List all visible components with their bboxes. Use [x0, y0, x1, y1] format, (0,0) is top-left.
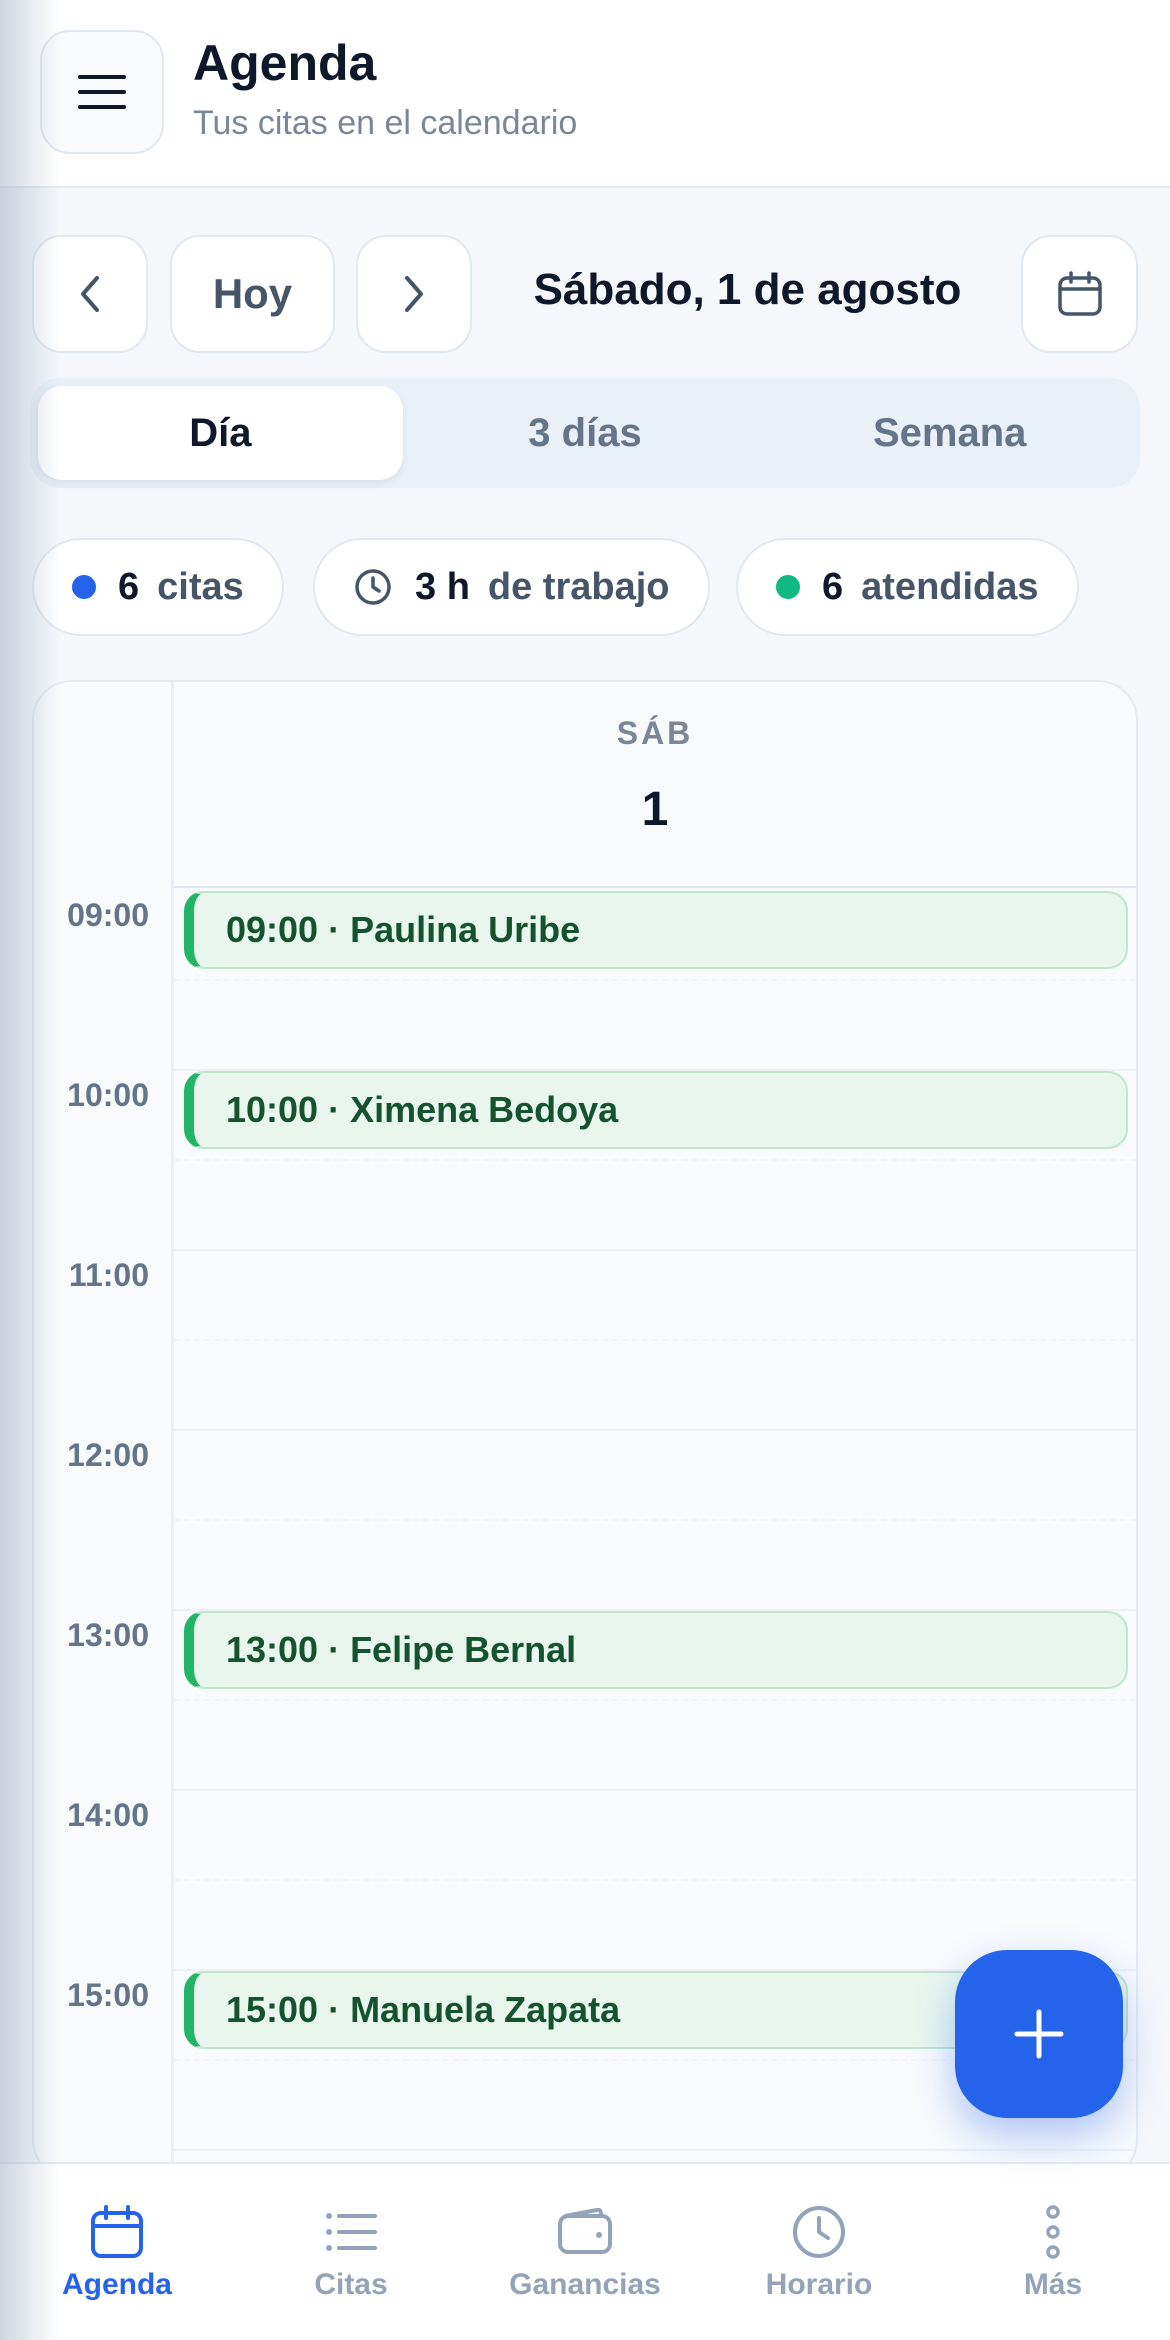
calendar-icon: [1057, 271, 1102, 316]
list-icon: [326, 2213, 377, 2251]
hour-gridline: [174, 1249, 1136, 1251]
next-day-button[interactable]: [356, 235, 472, 353]
half-hour-gridline: [174, 1159, 1136, 1161]
nav-horario[interactable]: Horario: [702, 2164, 936, 2340]
app-header: Agenda Tus citas en el calendario: [0, 0, 1170, 188]
nav-agenda-label: Agenda: [61, 2268, 172, 2301]
menu-button[interactable]: [40, 30, 164, 154]
day-number: 1: [641, 783, 669, 836]
chevron-right-icon: [405, 276, 423, 312]
hamburger-icon: [78, 75, 126, 109]
nav-horario-label: Horario: [765, 2268, 873, 2301]
calendar-icon: [91, 2205, 143, 2258]
half-hour-gridline: [174, 979, 1136, 981]
chevron-left-icon: [81, 276, 99, 312]
appointment-event[interactable]: 13:00 · Felipe Bernal: [184, 1611, 1128, 1689]
hour-label: 15:00: [67, 1977, 149, 2013]
wallet-icon: [558, 2207, 612, 2254]
hour-gridline: [174, 2149, 1136, 2151]
hour-gridline: [174, 1429, 1136, 1431]
today-button[interactable]: Hoy: [170, 235, 335, 353]
hour-label: 11:00: [68, 1257, 149, 1293]
hour-label: 09:00: [67, 897, 149, 933]
bottom-navigation: Agenda Citas Ganancias Horario Más: [0, 2162, 1170, 2340]
half-hour-gridline: [174, 1879, 1136, 1881]
tab-three-days[interactable]: 3 días: [403, 386, 768, 480]
more-vertical-icon: [1046, 2205, 1060, 2259]
appointments-count-chip: 6 citas: [32, 538, 284, 636]
work-time-label: de trabajo: [487, 565, 670, 608]
half-hour-gridline: [174, 1699, 1136, 1701]
nav-agenda[interactable]: Agenda: [0, 2164, 234, 2340]
tab-week[interactable]: Semana: [767, 386, 1132, 480]
appointments-label: citas: [157, 565, 244, 608]
hour-label: 10:00: [67, 1077, 149, 1113]
appointments-count: 6: [118, 565, 140, 608]
half-hour-gridline: [174, 1339, 1136, 1341]
work-time-value: 3 h: [415, 565, 470, 608]
current-date-label: Sábado, 1 de agosto: [533, 265, 962, 314]
day-header: SÁB 1: [174, 682, 1136, 888]
half-hour-gridline: [174, 1519, 1136, 1521]
nav-mas-label: Más: [1023, 2268, 1083, 2301]
attended-label: atendidas: [861, 565, 1039, 608]
previous-day-button[interactable]: [32, 235, 148, 353]
view-segmented-control: Día 3 días Semana: [30, 378, 1140, 488]
hour-label: 13:00: [67, 1617, 149, 1653]
appointment-event[interactable]: 09:00 · Paulina Uribe: [184, 891, 1128, 969]
plus-icon: [1014, 2009, 1064, 2059]
hour-gridline: [174, 1789, 1136, 1791]
date-picker-button[interactable]: [1021, 235, 1138, 353]
hour-label: 12:00: [67, 1437, 149, 1473]
day-calendar-grid: SÁB 1 09:00 10:00 11:00 12:00 13:00 14:00 15:0…: [32, 680, 1138, 2180]
clock-icon: [355, 569, 391, 605]
nav-ganancias-label: Ganancias: [509, 2268, 661, 2301]
nav-citas[interactable]: Citas: [234, 2164, 468, 2340]
green-dot-icon: [776, 575, 800, 599]
clock-icon: [793, 2206, 845, 2258]
add-appointment-button[interactable]: [955, 1950, 1123, 2118]
appointment-event[interactable]: 10:00 · Ximena Bedoya: [184, 1071, 1128, 1149]
day-name: SÁB: [616, 715, 694, 751]
nav-citas-label: Citas: [314, 2268, 388, 2301]
hour-label: 14:00: [67, 1797, 149, 1833]
nav-ganancias[interactable]: Ganancias: [468, 2164, 702, 2340]
work-time-chip: 3 h de trabajo: [313, 538, 710, 636]
attended-count-chip: 6 atendidas: [736, 538, 1079, 636]
page-subtitle: Tus citas en el calendario: [193, 104, 578, 142]
nav-mas[interactable]: Más: [936, 2164, 1170, 2340]
blue-dot-icon: [72, 575, 96, 599]
tab-day[interactable]: Día: [38, 386, 403, 480]
page-title: Agenda: [193, 35, 377, 91]
attended-count: 6: [822, 565, 844, 608]
